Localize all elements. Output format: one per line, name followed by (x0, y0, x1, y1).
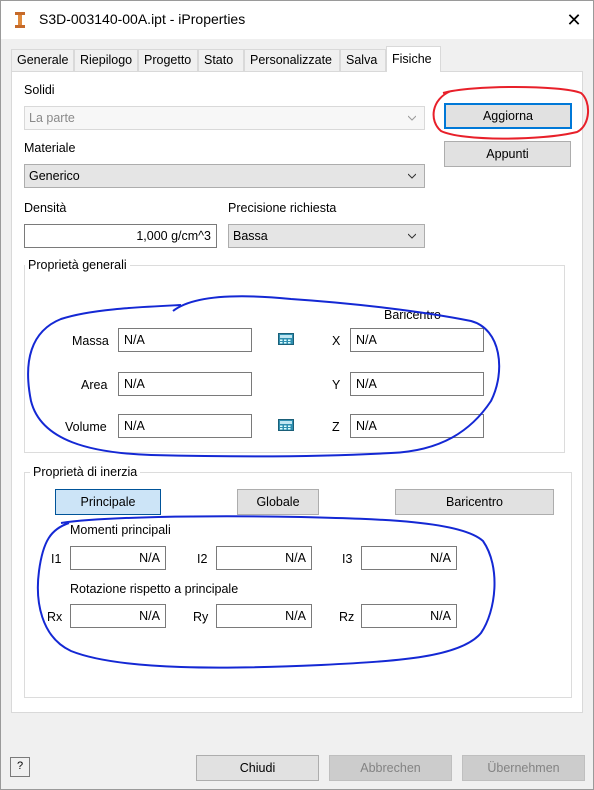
centroid-z-label: Z (332, 420, 340, 434)
principal-button[interactable]: Principale (55, 489, 161, 515)
precision-value: Bassa (233, 229, 268, 243)
volume-field[interactable]: N/A (118, 414, 252, 438)
general-properties-title: Proprietà generali (25, 258, 130, 272)
global-button[interactable]: Globale (237, 489, 319, 515)
ry-field[interactable]: N/A (216, 604, 312, 628)
chevron-down-icon (408, 233, 416, 239)
close-window-icon[interactable]: ✕ (561, 7, 587, 33)
precision-label: Precisione richiesta (228, 201, 337, 215)
centroid-x-field[interactable]: N/A (350, 328, 484, 352)
calculator-icon[interactable] (278, 333, 294, 345)
i3-label: I3 (342, 552, 353, 566)
i1-field[interactable]: N/A (70, 546, 166, 570)
centroid-x-label: X (332, 334, 341, 348)
title-bar: S3D-003140-00A.ipt - iProperties ✕ (1, 1, 593, 39)
solids-value: La parte (29, 111, 75, 125)
help-icon[interactable]: ? (10, 757, 30, 777)
centroid-y-label: Y (332, 378, 341, 392)
tab-fisiche[interactable]: Fisiche (386, 46, 441, 72)
tab-salva[interactable]: Salva (340, 49, 386, 71)
inertia-properties-title: Proprietà di inerzia (30, 465, 141, 479)
tab-personalizzate[interactable]: Personalizzate (244, 49, 340, 71)
window-title: S3D-003140-00A.ipt - iProperties (39, 11, 246, 27)
apply-button[interactable]: Übernehmen (462, 755, 585, 781)
solids-dropdown[interactable]: La parte (24, 106, 425, 130)
chevron-down-icon (408, 173, 416, 179)
centroid-z-field[interactable]: N/A (350, 414, 484, 438)
tab-stato[interactable]: Stato (198, 49, 244, 71)
tab-progetto[interactable]: Progetto (138, 49, 198, 71)
iproperties-dialog: S3D-003140-00A.ipt - iProperties ✕ Gener… (0, 0, 594, 790)
tab-riepilogo[interactable]: Riepilogo (74, 49, 138, 71)
volume-label: Volume (65, 420, 107, 434)
i2-label: I2 (197, 552, 208, 566)
i1-label: I1 (51, 552, 62, 566)
close-button[interactable]: Chiudi (196, 755, 319, 781)
rz-label: Rz (339, 610, 355, 624)
area-label: Area (81, 378, 108, 392)
rx-label: Rx (47, 610, 63, 624)
i2-field[interactable]: N/A (216, 546, 312, 570)
density-label: Densità (24, 201, 67, 215)
centroid-button[interactable]: Baricentro (395, 489, 554, 515)
centroid-y-field[interactable]: N/A (350, 372, 484, 396)
calculator-icon[interactable] (278, 419, 294, 431)
material-label: Materiale (24, 141, 76, 155)
i3-field[interactable]: N/A (361, 546, 457, 570)
clipboard-button[interactable]: Appunti (444, 141, 571, 167)
precision-dropdown[interactable]: Bassa (228, 224, 425, 248)
ry-label: Ry (193, 610, 209, 624)
area-field[interactable]: N/A (118, 372, 252, 396)
cancel-button[interactable]: Abbrechen (329, 755, 452, 781)
update-button[interactable]: Aggiorna (444, 103, 572, 129)
chevron-down-icon (408, 115, 416, 121)
solids-label: Solidi (24, 83, 55, 97)
rx-field[interactable]: N/A (70, 604, 166, 628)
inventor-part-icon (15, 12, 25, 28)
density-field[interactable]: 1,000 g/cm^3 (24, 224, 217, 248)
tab-generale[interactable]: Generale (11, 49, 74, 71)
material-dropdown[interactable]: Generico (24, 164, 425, 188)
principal-moments-label: Momenti principali (70, 523, 171, 537)
centroid-label: Baricentro (384, 308, 441, 322)
mass-field[interactable]: N/A (118, 328, 252, 352)
mass-label: Massa (72, 334, 109, 348)
material-value: Generico (29, 169, 80, 183)
rz-field[interactable]: N/A (361, 604, 457, 628)
rotation-label: Rotazione rispetto a principale (70, 582, 239, 596)
